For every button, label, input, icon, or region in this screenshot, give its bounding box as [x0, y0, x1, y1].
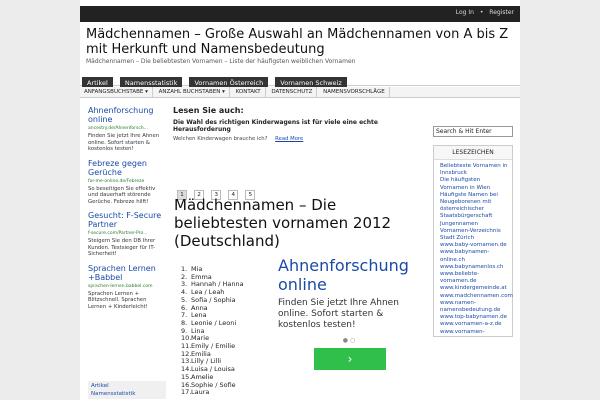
ad-text: Sprachen Lernen + Blitzschnell. Sprachen… [88, 290, 148, 310]
ad-block[interactable]: Febreze gegen Gerüche for-me-online.de/F… [88, 159, 166, 206]
chevron-right-icon[interactable]: › [314, 348, 386, 370]
link-item[interactable]: www.vornamen-a-z.de [440, 321, 508, 328]
left-menu: Artikel Namensstatistik [88, 381, 166, 399]
ad-title[interactable]: Febreze gegen Gerüche [88, 159, 166, 177]
big-ad-text: Finden Sie jetzt Ihre Ahnen online. Sofo… [278, 298, 399, 330]
link-item[interactable]: www.babynamenlos.ch [440, 264, 508, 271]
article-excerpt: Welchen Kinderwagen brauche ich? Read Mo… [173, 136, 423, 142]
link-item[interactable]: www.vornamen- [440, 329, 508, 336]
left-ad-column: Ahnenforschung online ancestry.de/Ahnenf… [88, 106, 166, 316]
primary-nav: Artikel Namensstatistik Vornamen Österre… [80, 70, 520, 91]
ad-block[interactable]: Gesucht: F-Secure Partner f-secure.com/P… [88, 211, 166, 258]
ad-text: Finden Sie jetzt Ihre Ahnen online. Sofo… [88, 133, 160, 152]
login-link[interactable]: Log In [456, 9, 474, 16]
link-item[interactable]: Jungennamen [440, 221, 508, 228]
article-title[interactable]: Die Wahl des richtigen Kinderwagens ist … [173, 119, 423, 133]
ad-url[interactable]: ancestry.de/Ahnenforsch... [88, 126, 166, 131]
right-sidebar: Search & Hit Enter LESEZEICHEN Beliebtes… [433, 106, 513, 337]
ad-url[interactable]: f-secure.com/Partner-Pro... [88, 231, 166, 236]
lesezeichen-links: Beliebteste Vornamen in Innsbruck Die hä… [434, 160, 513, 336]
ad-url[interactable]: sprachen-lernen.babbel.com [88, 284, 166, 289]
big-ad[interactable]: Ahnenforschung online Finden Sie jetzt I… [278, 256, 420, 376]
big-ad-title[interactable]: Ahnenforschung online [278, 256, 420, 294]
link-item[interactable]: Beliebteste Vornamen in Innsbruck [440, 163, 508, 177]
list-item: 17.Laura [181, 388, 210, 397]
nav-anfangsbuchstabe[interactable]: ANFANGSBUCHSTABE ▾ [80, 87, 153, 98]
link-item[interactable]: www.namen-namensbedeutung.de [440, 300, 508, 314]
ad-text: Steigern Sie den DB Ihrer Kunden. Testsi… [88, 238, 156, 257]
nav-anzahl-buchstaben[interactable]: ANZAHL BUCHSTABEN ▾ [155, 87, 230, 98]
ad-text: So beseitigen Sie effektiv und dauerhaft… [88, 185, 156, 205]
top-bar: Log In • Register [80, 6, 520, 22]
link-item[interactable]: www.madchennamen.com [440, 293, 513, 300]
carousel-dots[interactable]: ● ○ [278, 337, 420, 344]
read-more-link[interactable]: Read More [275, 136, 303, 142]
nav-kontakt[interactable]: KONTAKT [232, 87, 266, 98]
nav-namensvorschlaege[interactable]: NAMENSVORSCHLÄGE [319, 87, 390, 98]
ad-title[interactable]: Gesucht: F-Secure Partner [88, 211, 166, 229]
left-menu-namensstatistik[interactable]: Namensstatistik [91, 390, 163, 398]
left-menu-artikel[interactable]: Artikel [91, 382, 163, 390]
link-item[interactable]: www.kindergemeinde.at [440, 285, 508, 292]
main-content: Lesen Sie auch: Die Wahl des richtigen K… [173, 106, 423, 142]
link-item[interactable]: www.top-babynamen.de [440, 314, 508, 321]
top-links: Log In • Register [452, 9, 514, 16]
ad-block[interactable]: Sprachen Lernen +Babbel sprachen-lernen.… [88, 264, 166, 311]
ad-title[interactable]: Ahnenforschung online [88, 106, 166, 124]
ad-title[interactable]: Sprachen Lernen +Babbel [88, 264, 166, 282]
site-title[interactable]: Mädchennamen – Große Auswahl an Mädchenn… [86, 27, 516, 57]
lesezeichen-header: LESEZEICHEN [434, 146, 512, 160]
register-link[interactable]: Register [489, 9, 514, 16]
ad-url[interactable]: for-me-online.de/Febreze [88, 179, 166, 184]
nav-datenschutz[interactable]: DATENSCHUTZ [267, 87, 318, 98]
names-list: 1. Mia 2. Emma 3. Hannah / Hanna 4. Lea / Le… [181, 265, 244, 397]
excerpt-text: Welchen Kinderwagen brauche ich? [173, 136, 268, 142]
secondary-nav: ANFANGSBUCHSTABE ▾ ANZAHL BUCHSTABEN ▾ K… [80, 87, 520, 98]
link-item[interactable]: www.babynamen-online.ch [440, 249, 508, 263]
link-item[interactable]: www.baby-vornamen.de [440, 242, 508, 249]
page-title: Mädchennamen – Die beliebtesten vornamen… [174, 196, 392, 250]
search-input[interactable]: Search & Hit Enter [433, 126, 513, 137]
lesezeichen-box: LESEZEICHEN Beliebteste Vornamen in Inns… [433, 145, 513, 337]
section-heading: Lesen Sie auch: [173, 106, 244, 115]
link-item[interactable]: Häufigste Namen bei Neugeborenen mit öst… [440, 192, 508, 221]
link-item[interactable]: Die häufigsten Vornamen in Wien [440, 177, 508, 191]
link-item[interactable]: Vornamen-Verzeichnis Stadt Zürich [440, 228, 508, 242]
link-item[interactable]: www.beliebte-vornamen.de [440, 271, 508, 285]
ad-block[interactable]: Ahnenforschung online ancestry.de/Ahnenf… [88, 106, 166, 153]
separator: • [479, 9, 484, 16]
site-description: Mädchennamen – Die beliebtesten Vornamen… [86, 58, 356, 65]
